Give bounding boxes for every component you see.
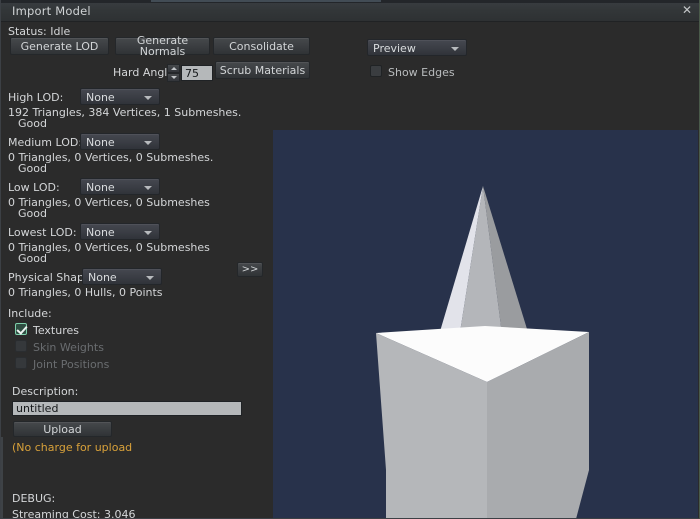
chevron-down-icon	[451, 47, 459, 51]
medium-lod-value: None	[86, 136, 115, 149]
physical-shape-stats: 0 Triangles, 0 Hulls, 0 Points	[8, 286, 163, 299]
include-heading: Include:	[8, 307, 52, 320]
hard-angle-decrement-button[interactable]	[167, 73, 180, 82]
consolidate-button[interactable]: Consolidate	[213, 37, 310, 55]
include-joint-positions-label: Joint Positions	[33, 358, 110, 371]
close-icon[interactable]: ✕	[680, 4, 694, 18]
include-textures-label: Textures	[33, 324, 79, 337]
upload-charge-note: (No charge for upload	[12, 441, 133, 454]
preview-mode-select[interactable]: Preview	[367, 39, 467, 56]
hard-angle-label: Hard Angle	[113, 66, 175, 79]
chevron-down-icon	[146, 276, 154, 280]
chevron-down-icon	[144, 186, 152, 190]
physical-shape-select[interactable]: None	[82, 268, 162, 285]
model-preview-render	[273, 130, 698, 518]
include-textures-checkbox[interactable]	[15, 323, 27, 335]
import-model-window: Import Model ✕ Status: Idle Generate LOD…	[0, 0, 700, 519]
include-skin-weights-checkbox	[15, 340, 27, 352]
debug-streaming-cost: Streaming Cost: 3.046	[12, 508, 136, 519]
include-skin-weights-label: Skin Weights	[33, 341, 104, 354]
hard-angle-increment-button[interactable]	[167, 64, 180, 73]
include-joint-positions-checkbox	[15, 357, 27, 369]
upload-button[interactable]: Upload	[13, 421, 112, 437]
scrub-materials-button[interactable]: Scrub Materials	[215, 61, 310, 79]
chevron-down-icon	[144, 96, 152, 100]
high-lod-label: High LOD:	[8, 91, 64, 104]
chevron-down-icon	[144, 141, 152, 145]
chevron-down-icon	[144, 231, 152, 235]
lowest-lod-value: None	[86, 226, 115, 239]
hard-angle-input[interactable]: 75	[181, 65, 213, 81]
debug-heading: DEBUG:	[12, 492, 56, 505]
description-label: Description:	[12, 385, 79, 398]
hard-angle-stepper[interactable]	[167, 64, 180, 82]
physical-shape-expand-button[interactable]: >>	[237, 262, 263, 277]
model-preview-viewport[interactable]	[273, 130, 698, 518]
lowest-lod-label: Lowest LOD:	[8, 226, 77, 239]
medium-lod-quality: Good	[18, 162, 47, 175]
high-lod-value: None	[86, 91, 115, 104]
medium-lod-label: Medium LOD:	[8, 136, 83, 149]
show-edges-label: Show Edges	[388, 66, 455, 79]
generate-lod-button[interactable]: Generate LOD	[10, 37, 109, 55]
high-lod-quality: Good	[18, 117, 47, 130]
low-lod-select[interactable]: None	[80, 178, 160, 195]
lowest-lod-quality: Good	[18, 252, 47, 265]
window-titlebar[interactable]: Import Model ✕	[1, 0, 699, 22]
physical-shape-value: None	[88, 271, 117, 284]
high-lod-select[interactable]: None	[80, 88, 160, 105]
panel-left-edge	[1, 437, 3, 518]
medium-lod-select[interactable]: None	[80, 133, 160, 150]
lowest-lod-select[interactable]: None	[80, 223, 160, 240]
description-input[interactable]: untitled	[12, 401, 242, 416]
window-title: Import Model	[12, 4, 91, 18]
show-edges-checkbox[interactable]	[370, 65, 382, 77]
generate-normals-button[interactable]: Generate Normals	[115, 35, 210, 57]
low-lod-quality: Good	[18, 207, 47, 220]
low-lod-label: Low LOD:	[8, 181, 60, 194]
titlebar-highlight	[151, 0, 381, 2]
low-lod-value: None	[86, 181, 115, 194]
preview-mode-value: Preview	[373, 42, 416, 55]
